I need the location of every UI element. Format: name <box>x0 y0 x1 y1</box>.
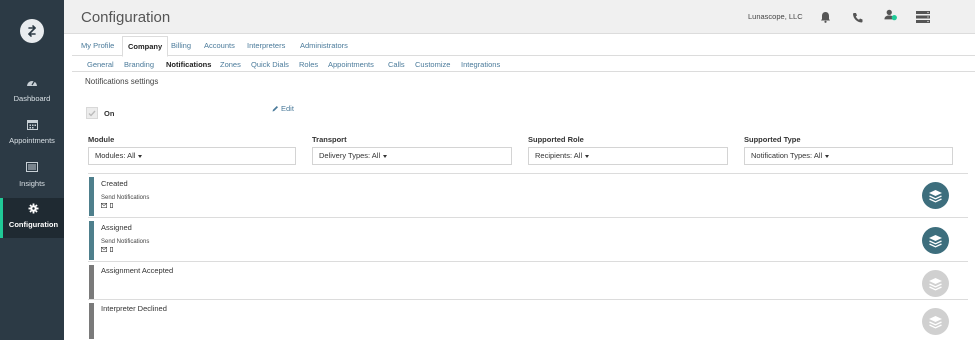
status-bar <box>89 303 94 339</box>
subtab-integrations[interactable]: Integrations <box>461 57 500 72</box>
caret-down-icon <box>825 154 830 158</box>
company-name[interactable]: Lunascope, LLC <box>748 12 803 21</box>
toggle-label: On <box>104 109 115 118</box>
layers-toggle[interactable] <box>922 227 949 254</box>
subtab-quick-dials[interactable]: Quick Dials <box>251 57 289 72</box>
subtab-roles[interactable]: Roles <box>299 57 318 72</box>
layers-toggle[interactable] <box>922 182 949 209</box>
transport-filter-value: Delivery Types: All <box>319 151 381 160</box>
subtab-appointments[interactable]: Appointments <box>328 57 374 72</box>
subtab-branding[interactable]: Branding <box>124 57 154 72</box>
sidebar-item-label: Configuration <box>8 220 59 229</box>
role-filter-value: Recipients: All <box>535 151 583 160</box>
subtab-zones[interactable]: Zones <box>220 57 241 72</box>
calendar-icon <box>26 118 38 130</box>
secondary-tabs: General Branding Notifications Zones Qui… <box>72 57 975 72</box>
filter-label-role: Supported Role <box>528 135 584 144</box>
filter-label-module: Module <box>88 135 115 144</box>
edit-label: Edit <box>281 104 294 113</box>
pencil-icon <box>272 106 278 112</box>
tab-accounts[interactable]: Accounts <box>199 36 240 56</box>
insights-icon <box>26 161 38 173</box>
transport-filter[interactable]: Delivery Types: All <box>312 147 512 165</box>
filter-label-transport: Transport <box>312 135 347 144</box>
notification-name: Created <box>101 179 128 188</box>
notification-name: Assignment Accepted <box>101 266 174 275</box>
mobile-icon <box>110 203 113 208</box>
email-icon <box>101 203 107 208</box>
top-header: Configuration Lunascope, LLC <box>64 0 975 34</box>
status-bar <box>89 177 94 216</box>
sidebar: Dashboard Appointments Insights Configur… <box>0 0 64 340</box>
module-filter[interactable]: Modules: All <box>88 147 296 165</box>
sidebar-item-label: Appointments <box>9 136 55 145</box>
notification-name: Assigned <box>101 223 132 232</box>
mobile-icon <box>110 247 113 252</box>
layers-toggle[interactable] <box>922 270 949 297</box>
tab-interpreters[interactable]: Interpreters <box>242 36 290 56</box>
status-bar <box>89 265 94 299</box>
module-filter-value: Modules: All <box>95 151 136 160</box>
filter-label-type: Supported Type <box>744 135 801 144</box>
server-menu-icon[interactable] <box>916 10 930 24</box>
channel-icons <box>101 203 113 208</box>
sidebar-item-configuration[interactable]: Configuration <box>0 198 64 238</box>
notification-sub: Send Notifications <box>101 239 150 245</box>
type-filter-value: Notification Types: All <box>751 151 823 160</box>
caret-down-icon <box>383 154 388 158</box>
tab-billing[interactable]: Billing <box>166 36 196 56</box>
email-icon <box>101 247 107 252</box>
notification-row[interactable]: Interpreter Declined <box>88 299 968 340</box>
tab-my-profile[interactable]: My Profile <box>76 36 119 56</box>
edit-link[interactable]: Edit <box>272 104 294 113</box>
primary-tabs: My Profile Company Billing Accounts Inte… <box>72 36 975 57</box>
subtab-calls[interactable]: Calls <box>388 57 405 72</box>
dashboard-icon <box>26 76 38 88</box>
user-icon[interactable] <box>884 8 898 22</box>
notifications-toggle[interactable] <box>86 107 98 119</box>
notification-name: Interpreter Declined <box>101 304 167 313</box>
bell-icon[interactable] <box>818 10 832 24</box>
type-filter[interactable]: Notification Types: All <box>744 147 953 165</box>
layers-icon <box>929 277 942 291</box>
logo-icon <box>28 25 36 37</box>
sidebar-item-insights[interactable]: Insights <box>0 157 64 197</box>
sidebar-item-appointments[interactable]: Appointments <box>0 114 64 154</box>
subtab-general[interactable]: General <box>87 57 114 72</box>
subtab-customize[interactable]: Customize <box>415 57 450 72</box>
channel-icons <box>101 247 113 252</box>
caret-down-icon <box>585 154 590 158</box>
notification-row[interactable]: Assigned Send Notifications <box>88 217 968 261</box>
layers-icon <box>929 315 942 329</box>
status-bar <box>89 221 94 260</box>
layers-icon <box>929 234 942 248</box>
phone-icon[interactable] <box>850 10 864 24</box>
sidebar-item-dashboard[interactable]: Dashboard <box>0 72 64 112</box>
notification-row[interactable]: Created Send Notifications <box>88 173 968 217</box>
page-title: Configuration <box>81 9 171 26</box>
check-icon <box>88 110 96 117</box>
layers-icon <box>929 189 942 203</box>
tab-administrators[interactable]: Administrators <box>295 36 353 56</box>
role-filter[interactable]: Recipients: All <box>528 147 728 165</box>
tab-company[interactable]: Company <box>122 36 169 57</box>
caret-down-icon <box>138 154 143 158</box>
layers-toggle[interactable] <box>922 308 949 335</box>
gear-icon <box>28 202 39 214</box>
app-logo[interactable] <box>20 19 44 43</box>
section-title: Notifications settings <box>85 77 159 86</box>
sidebar-item-label: Insights <box>19 179 45 188</box>
subtab-notifications[interactable]: Notifications <box>166 57 211 72</box>
notification-sub: Send Notifications <box>101 195 150 201</box>
notification-row[interactable]: Assignment Accepted <box>88 261 968 299</box>
sidebar-item-label: Dashboard <box>13 94 51 103</box>
